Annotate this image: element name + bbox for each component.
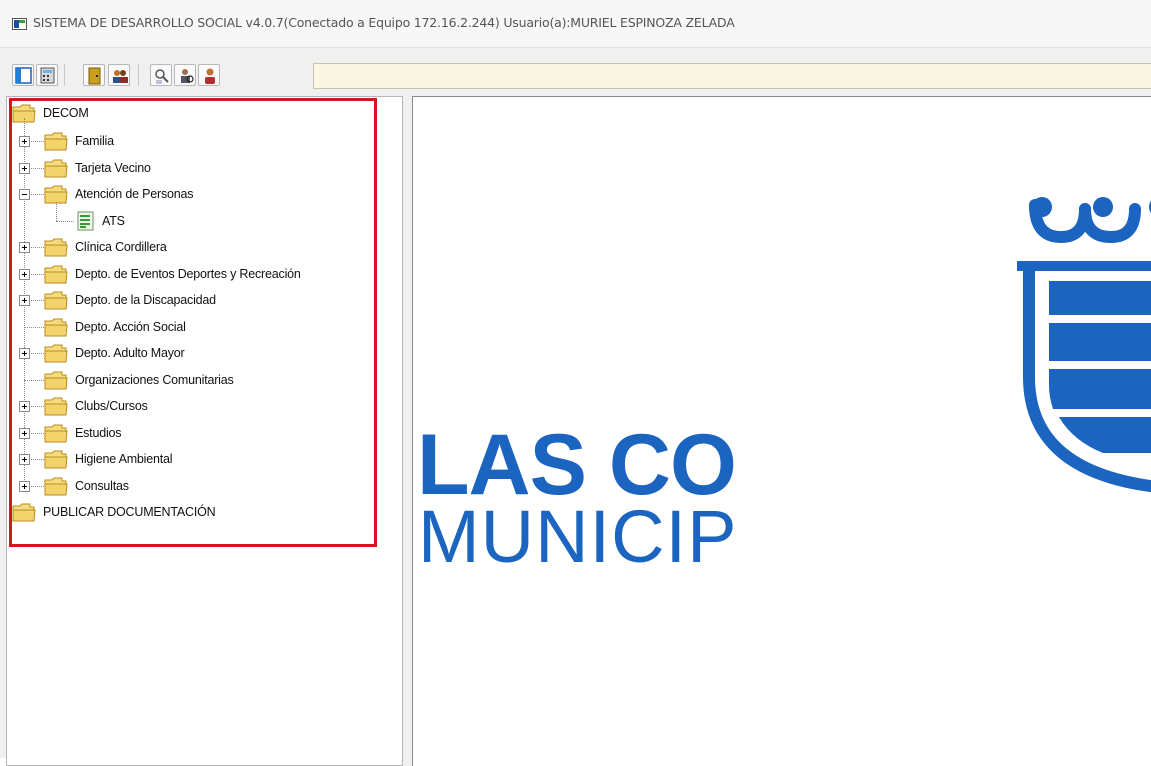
search-person-icon[interactable] [150, 64, 172, 86]
crown-ball-2 [1093, 197, 1113, 217]
calculator-icon[interactable] [36, 64, 58, 86]
app-window: SISTEMA DE DESARROLLO SOCIAL v4.0.7(Cone… [0, 0, 1151, 766]
logo-text-line2: MUNICIP [418, 495, 738, 578]
toolbar [0, 58, 1151, 94]
crown-ball-1 [1032, 197, 1052, 217]
users-group-icon[interactable] [108, 64, 130, 86]
shield-stripe-4 [1059, 417, 1151, 453]
app-icon [12, 18, 27, 30]
person-icon[interactable] [198, 64, 220, 86]
door-exit-icon[interactable] [83, 64, 105, 86]
shield-stripe-1 [1049, 281, 1151, 315]
highlight-box [9, 98, 377, 547]
window-title: SISTEMA DE DESARROLLO SOCIAL v4.0.7(Cone… [33, 15, 735, 30]
status-field [313, 63, 1151, 89]
person-search-icon[interactable] [174, 64, 196, 86]
shield-stripe-2 [1049, 323, 1151, 361]
window-layout-icon[interactable] [12, 64, 34, 86]
shield-stripe-3 [1049, 369, 1151, 409]
shield-top-bar [1017, 261, 1151, 271]
pane-splitter[interactable] [403, 96, 412, 766]
title-bar: SISTEMA DE DESARROLLO SOCIAL v4.0.7(Cone… [0, 0, 1151, 48]
